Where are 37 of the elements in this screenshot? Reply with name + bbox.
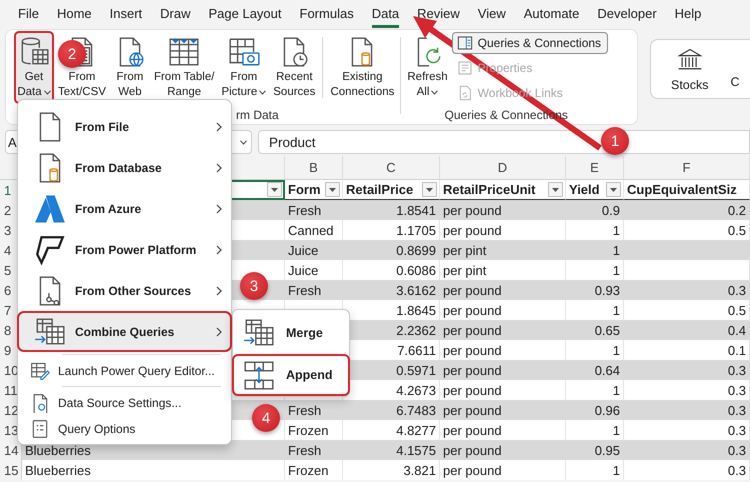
table-cell: 3.6162 <box>343 280 440 300</box>
table-cell: 0.95 <box>566 440 624 460</box>
table-cell: 0.65 <box>566 320 624 340</box>
table-cell: 1.8541 <box>343 200 440 220</box>
table-cell: per pound <box>440 320 566 340</box>
table-cell: Fresh <box>285 400 343 420</box>
table-cell: 0.3 <box>624 440 750 460</box>
table-cell: 0.8699 <box>343 240 440 260</box>
table-cell: 0.93 <box>566 280 624 300</box>
table-cell: per pound <box>440 280 566 300</box>
table-cell: 0.3 <box>624 400 750 420</box>
table-cell: 1 <box>566 240 624 260</box>
table-cell: 0.9 <box>566 200 624 220</box>
table-header-cell: RetailPriceUnit <box>440 180 566 200</box>
table-cell: 0.2 <box>624 200 750 220</box>
table-header-cell: CupEquivalentSiz <box>624 180 750 200</box>
table-header-cell: Form <box>285 180 343 200</box>
table-cell: 4.1575 <box>343 440 440 460</box>
table-cell: Fresh <box>285 280 343 300</box>
table-cell: per pound <box>440 400 566 420</box>
table-cell: 0.3 <box>624 360 750 380</box>
table-header-cell: RetailPrice <box>343 180 440 200</box>
table-cell: 0.96 <box>566 400 624 420</box>
table-cell: per pound <box>440 440 566 460</box>
table-cell: Fresh <box>285 200 343 220</box>
table-cell: per pound <box>440 200 566 220</box>
table-cell: 0.4 <box>624 320 750 340</box>
table-cell: per pint <box>440 240 566 260</box>
table-cell: 0.3 <box>624 280 750 300</box>
table-cell: Fresh <box>285 440 343 460</box>
group-label: rm Data <box>236 108 279 122</box>
table-cell: 6.7483 <box>343 400 440 420</box>
table-cell: 0.64 <box>566 360 624 380</box>
table-cell: per pound <box>440 360 566 380</box>
table-cell: Juice <box>285 260 343 280</box>
table-cell: Juice <box>285 240 343 260</box>
table-header-cell: Yield <box>566 180 624 200</box>
